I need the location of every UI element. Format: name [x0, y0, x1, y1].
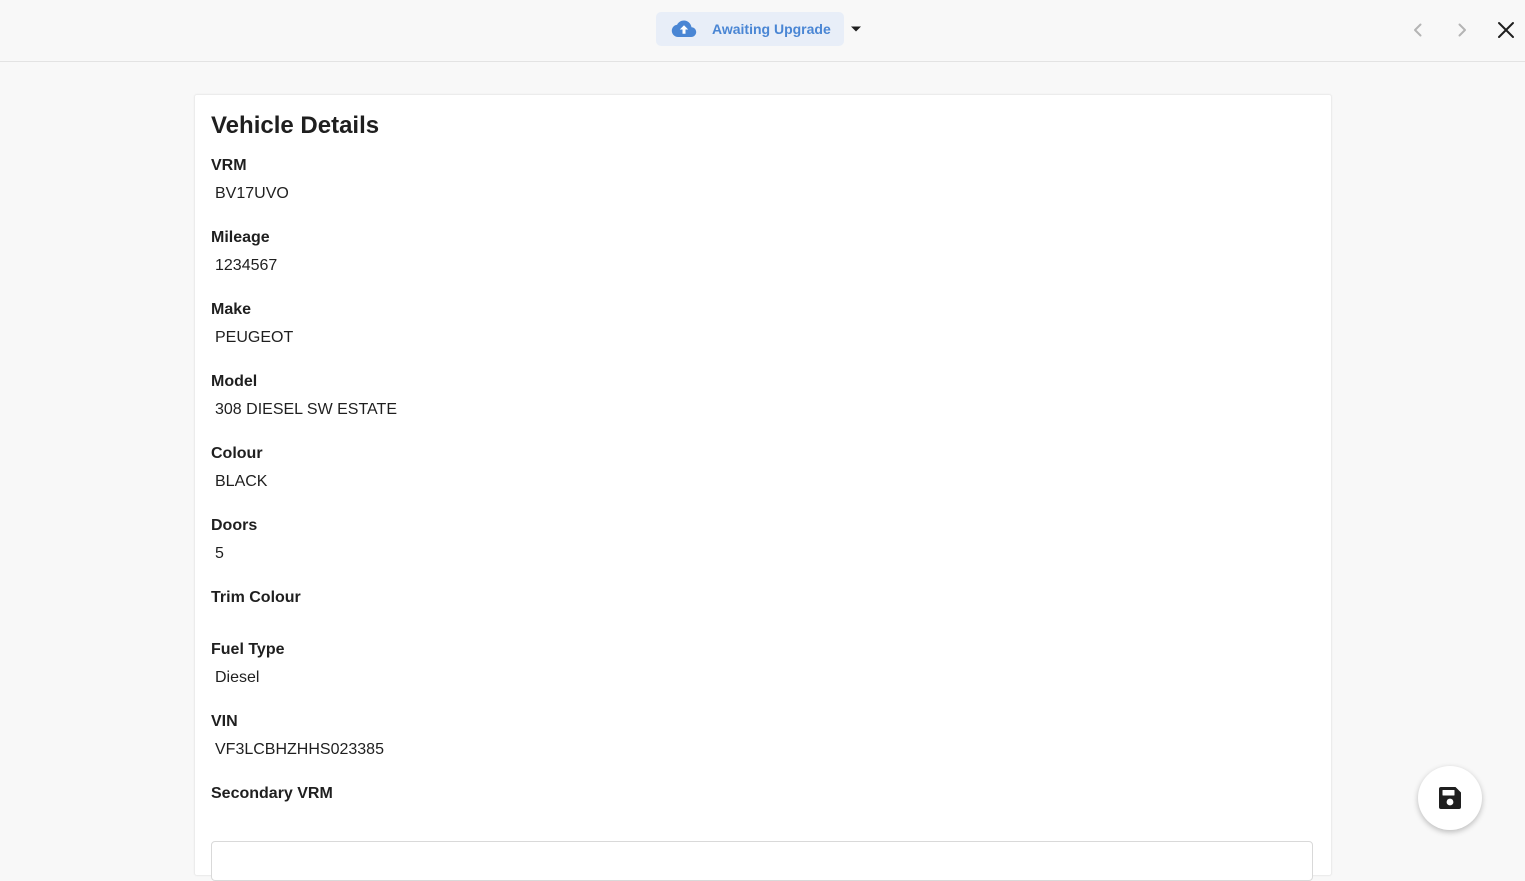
model-label: Model — [211, 373, 258, 390]
mileage-value: 1234567 — [215, 257, 278, 274]
doors-label: Doors — [211, 517, 258, 534]
save-button[interactable] — [1418, 766, 1482, 830]
status-button[interactable]: Awaiting Upgrade — [656, 12, 844, 46]
status-label: Awaiting Upgrade — [712, 21, 831, 37]
make-value: PEUGEOT — [215, 329, 294, 346]
close-icon[interactable] — [1494, 18, 1518, 42]
save-icon — [1439, 787, 1461, 809]
make-label: Make — [211, 301, 252, 318]
mileage-label: Mileage — [211, 229, 270, 246]
vrm-value: BV17UVO — [215, 185, 289, 202]
vin-label: VIN — [211, 713, 238, 730]
page-title: Vehicle Details — [211, 112, 380, 139]
secondary-vrm-input[interactable] — [211, 841, 1313, 881]
model-value: 308 DIESEL SW ESTATE — [215, 401, 397, 418]
chevron-right-icon[interactable] — [1450, 18, 1474, 42]
chevron-left-icon[interactable] — [1406, 18, 1430, 42]
doors-value: 5 — [215, 545, 224, 562]
trim-colour-label: Trim Colour — [211, 589, 301, 606]
fuel-type-label: Fuel Type — [211, 641, 285, 658]
vrm-label: VRM — [211, 157, 247, 174]
colour-label: Colour — [211, 445, 263, 462]
vehicle-details-card: Vehicle Details VRM BV17UVO Mileage 1234… — [194, 94, 1332, 881]
fuel-type-value: Diesel — [215, 669, 260, 686]
secondary-vrm-label: Secondary VRM — [211, 785, 333, 802]
colour-value: BLACK — [215, 473, 268, 490]
top-bar: Awaiting Upgrade — [0, 0, 1525, 62]
vin-value: VF3LCBHZHHS023385 — [215, 741, 384, 758]
chevron-down-icon[interactable] — [849, 24, 863, 34]
cloud-upload-icon — [671, 20, 697, 37]
